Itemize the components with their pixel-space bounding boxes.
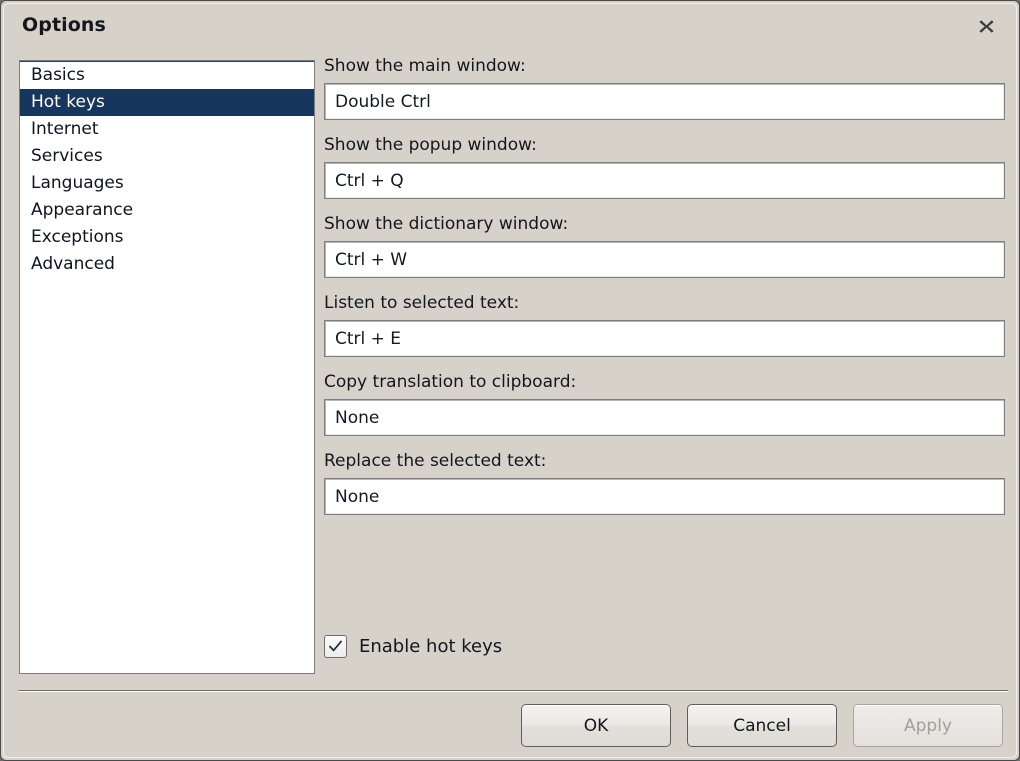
field-label-copy-translation-to-clipboard: Copy translation to clipboard:: [324, 372, 577, 392]
field-group-show-the-dictionary-window: Show the dictionary window: Ctrl + W: [324, 214, 1005, 278]
close-icon[interactable]: [972, 13, 1000, 39]
cancel-button[interactable]: Cancel: [687, 704, 837, 747]
category-listbox[interactable]: Basics Hot keys Internet Services Languages A…: [19, 60, 315, 674]
hotkey-input-replace-the-selected-text[interactable]: None: [324, 478, 1005, 515]
sidebar-item-exceptions[interactable]: Exceptions: [20, 224, 314, 251]
field-group-replace-the-selected-text: Replace the selected text: None: [324, 451, 1005, 515]
options-dialog: Options Basics Hot keys Internet Services La…: [0, 0, 1020, 761]
sidebar-item-basics[interactable]: Basics: [20, 62, 314, 89]
enable-hot-keys-checkbox[interactable]: Enable hot keys: [324, 635, 502, 658]
hotkey-input-show-the-dictionary-window[interactable]: Ctrl + W: [324, 241, 1005, 278]
footer-button-bar: OK Cancel Apply: [4, 704, 1016, 752]
sidebar-item-services[interactable]: Services: [20, 143, 314, 170]
field-label-show-the-dictionary-window: Show the dictionary window:: [324, 214, 569, 234]
checkbox-box[interactable]: [324, 635, 347, 658]
field-label-listen-to-selected-text: Listen to selected text:: [324, 293, 520, 313]
sidebar-item-languages[interactable]: Languages: [20, 170, 314, 197]
title-bar: Options: [4, 4, 1016, 48]
page-title: Options: [22, 14, 106, 36]
sidebar-item-appearance[interactable]: Appearance: [20, 197, 314, 224]
checkbox-label: Enable hot keys: [359, 636, 503, 657]
sidebar-item-internet[interactable]: Internet: [20, 116, 314, 143]
sidebar-item-hot-keys[interactable]: Hot keys: [20, 89, 314, 116]
category-list-items: Basics Hot keys Internet Services Languages A…: [20, 61, 314, 278]
field-label-show-the-popup-window: Show the popup window:: [324, 135, 537, 155]
hotkey-input-listen-to-selected-text[interactable]: Ctrl + E: [324, 320, 1005, 357]
field-group-copy-translation-to-clipboard: Copy translation to clipboard: None: [324, 372, 1005, 436]
apply-button: Apply: [853, 704, 1003, 747]
ok-button[interactable]: OK: [521, 704, 671, 747]
field-label-show-the-main-window: Show the main window:: [324, 56, 526, 76]
footer-divider: [18, 690, 1008, 692]
checkmark-icon: [328, 640, 343, 652]
hotkey-input-show-the-main-window[interactable]: Double Ctrl: [324, 83, 1005, 120]
field-label-replace-the-selected-text: Replace the selected text:: [324, 451, 547, 471]
sidebar-item-advanced[interactable]: Advanced: [20, 251, 314, 278]
hotkeys-settings-pane: Show the main window: Double Ctrl Show the…: [324, 56, 1005, 530]
field-group-listen-to-selected-text: Listen to selected text: Ctrl + E: [324, 293, 1005, 357]
hotkey-input-show-the-popup-window[interactable]: Ctrl + Q: [324, 162, 1005, 199]
dialog-inner-frame: Options Basics Hot keys Internet Services La…: [3, 3, 1017, 758]
field-group-show-the-main-window: Show the main window: Double Ctrl: [324, 56, 1005, 120]
field-group-show-the-popup-window: Show the popup window: Ctrl + Q: [324, 135, 1005, 199]
hotkey-input-copy-translation-to-clipboard[interactable]: None: [324, 399, 1005, 436]
